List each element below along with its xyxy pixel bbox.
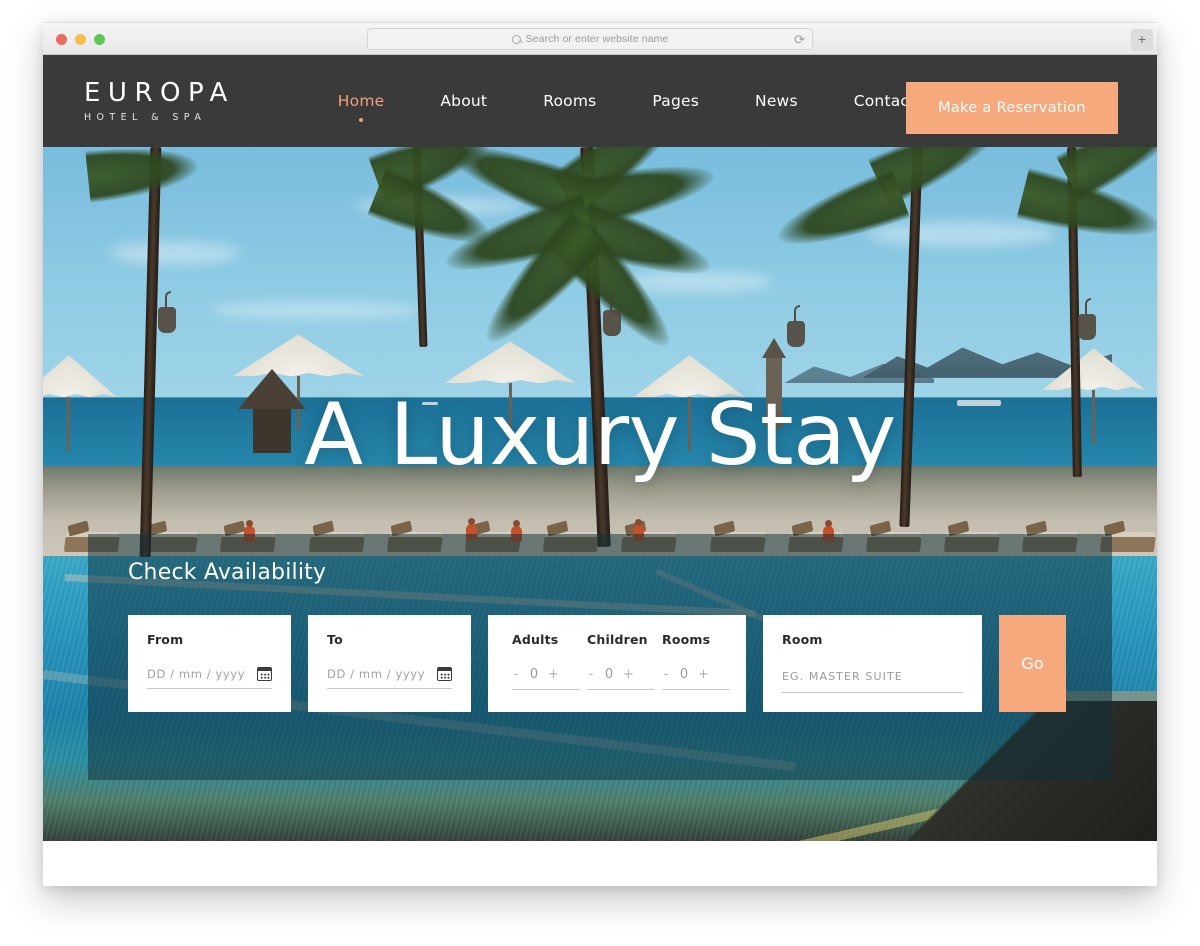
browser-window: Search or enter website name ⟳ + EUROPA … (43, 22, 1157, 886)
calendar-icon[interactable] (437, 667, 452, 681)
to-input-placeholder: DD / mm / yyyy (327, 667, 426, 681)
hero-title: A Luxury Stay (304, 385, 896, 485)
children-increment-button[interactable]: + (623, 668, 634, 681)
main-navigation: Home About Rooms Pages News Contact (310, 92, 944, 110)
address-bar-placeholder: Search or enter website name (525, 33, 669, 45)
adults-decrement-button[interactable]: - (512, 668, 520, 681)
logo-primary-text: EUROPA (84, 77, 235, 108)
from-label: From (147, 632, 184, 647)
children-stepper[interactable]: - 0 + (587, 667, 655, 690)
adults-stepper[interactable]: - 0 + (512, 667, 580, 690)
from-date-field[interactable]: From DD / mm / yyyy (128, 615, 291, 712)
reload-icon[interactable]: ⟳ (794, 32, 805, 48)
rooms-value: 0 (679, 667, 689, 682)
go-button[interactable]: Go (999, 615, 1066, 712)
hanging-lantern (787, 304, 806, 347)
children-value: 0 (604, 667, 614, 682)
nav-item-rooms[interactable]: Rooms (515, 92, 624, 110)
from-input-placeholder: DD / mm / yyyy (147, 667, 246, 681)
from-input-wrap[interactable]: DD / mm / yyyy (147, 667, 272, 689)
adults-value: 0 (529, 667, 539, 682)
hanging-lantern (603, 294, 622, 337)
address-bar-content: Search or enter website name (511, 33, 669, 45)
hanging-lantern (157, 290, 176, 333)
children-counter: Children - 0 + (587, 632, 655, 690)
page-bottom-whitespace (43, 841, 1157, 886)
booking-panel: Check Availability From DD / mm / yyyy T… (88, 534, 1112, 780)
counters-row: Adults - 0 + Children - 0 + Rooms - 0 + (512, 632, 730, 690)
booking-panel-title: Check Availability (128, 560, 327, 585)
site-logo[interactable]: EUROPA HOTEL & SPA (84, 80, 235, 123)
nav-item-pages[interactable]: Pages (624, 92, 727, 110)
children-decrement-button[interactable]: - (587, 668, 595, 681)
adults-counter: Adults - 0 + (512, 632, 580, 690)
to-input-wrap[interactable]: DD / mm / yyyy (327, 667, 452, 689)
nav-item-news[interactable]: News (727, 92, 826, 110)
page-viewport: EUROPA HOTEL & SPA Home About Rooms Page… (43, 55, 1157, 886)
rooms-stepper[interactable]: - 0 + (662, 667, 730, 690)
calendar-icon[interactable] (257, 667, 272, 681)
rooms-label: Rooms (662, 632, 711, 647)
browser-chrome-bar: Search or enter website name ⟳ + (43, 22, 1157, 55)
nav-item-home[interactable]: Home (310, 92, 413, 110)
booking-fields-row: From DD / mm / yyyy To DD / mm / yyyy Ad… (128, 615, 1072, 712)
logo-secondary-text: HOTEL & SPA (84, 111, 207, 123)
hanging-lantern (1077, 297, 1096, 340)
hero-section: A Luxury Stay Check Availability From DD… (43, 147, 1157, 841)
children-label: Children (587, 632, 648, 647)
rooms-counter: Rooms - 0 + (662, 632, 730, 690)
room-input-wrap[interactable]: EG. MASTER SUITE (782, 667, 963, 693)
adults-increment-button[interactable]: + (548, 668, 559, 681)
occupancy-fields: Adults - 0 + Children - 0 + Rooms - 0 + (488, 615, 746, 712)
search-icon (511, 34, 521, 44)
make-reservation-button[interactable]: Make a Reservation (906, 82, 1118, 134)
minimize-window-button[interactable] (75, 34, 86, 45)
close-window-button[interactable] (56, 34, 67, 45)
room-type-field[interactable]: Room EG. MASTER SUITE (763, 615, 982, 712)
room-input-placeholder: EG. MASTER SUITE (782, 670, 903, 683)
rooms-decrement-button[interactable]: - (662, 668, 670, 681)
to-label: To (327, 632, 343, 647)
window-controls (56, 34, 105, 45)
to-date-field[interactable]: To DD / mm / yyyy (308, 615, 471, 712)
room-label: Room (782, 632, 823, 647)
adults-label: Adults (512, 632, 559, 647)
rooms-increment-button[interactable]: + (698, 668, 709, 681)
new-tab-button[interactable]: + (1131, 29, 1153, 51)
address-bar[interactable]: Search or enter website name ⟳ (367, 28, 813, 50)
nav-item-about[interactable]: About (412, 92, 515, 110)
site-header: EUROPA HOTEL & SPA Home About Rooms Page… (43, 55, 1157, 147)
maximize-window-button[interactable] (94, 34, 105, 45)
